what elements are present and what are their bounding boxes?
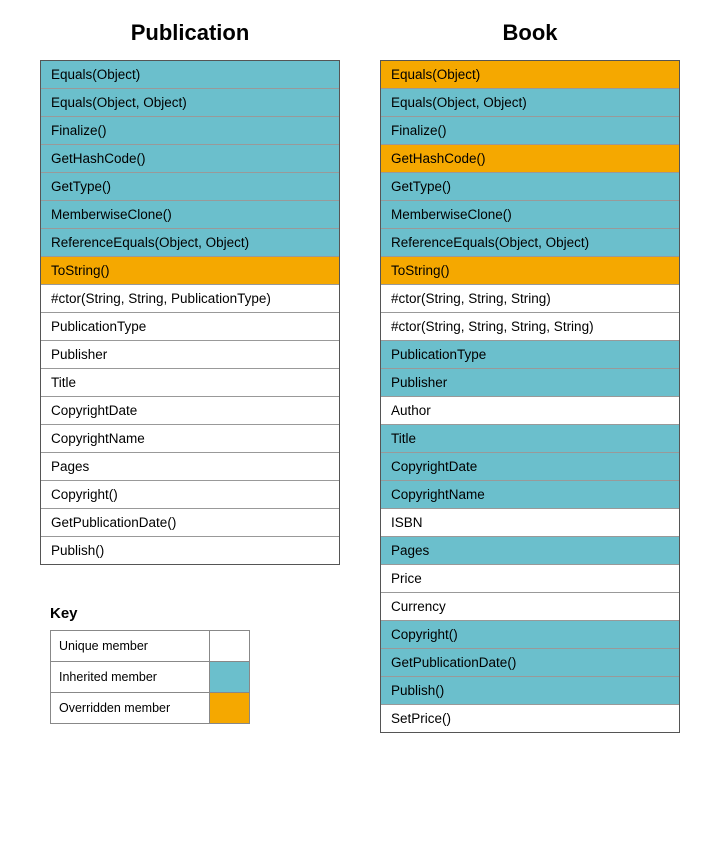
publication-member-item: CopyrightDate: [41, 397, 339, 425]
book-member-item: GetHashCode(): [381, 145, 679, 173]
publication-member-item: #ctor(String, String, PublicationType): [41, 285, 339, 313]
book-member-item: PublicationType: [381, 341, 679, 369]
book-member-item: Finalize(): [381, 117, 679, 145]
book-member-item: CopyrightName: [381, 481, 679, 509]
book-column: Book Equals(Object)Equals(Object, Object…: [380, 20, 680, 733]
book-member-item: #ctor(String, String, String): [381, 285, 679, 313]
key-row: Overridden member: [51, 693, 249, 723]
publication-member-item: GetType(): [41, 173, 339, 201]
key-label: Unique member: [51, 633, 209, 659]
key-label: Overridden member: [51, 695, 209, 721]
publication-member-item: CopyrightName: [41, 425, 339, 453]
book-member-item: MemberwiseClone(): [381, 201, 679, 229]
key-row: Unique member: [51, 631, 249, 662]
publication-member-item: Publish(): [41, 537, 339, 564]
book-member-item: ReferenceEquals(Object, Object): [381, 229, 679, 257]
publication-title: Publication: [131, 20, 250, 46]
book-member-item: ISBN: [381, 509, 679, 537]
book-member-item: Publisher: [381, 369, 679, 397]
publication-member-item: Pages: [41, 453, 339, 481]
publication-column: Publication Equals(Object)Equals(Object,…: [40, 20, 340, 724]
book-title: Book: [503, 20, 558, 46]
publication-member-item: Equals(Object, Object): [41, 89, 339, 117]
key-label: Inherited member: [51, 664, 209, 690]
publication-member-item: Finalize(): [41, 117, 339, 145]
book-member-item: Equals(Object, Object): [381, 89, 679, 117]
publication-member-item: Equals(Object): [41, 61, 339, 89]
publication-member-item: MemberwiseClone(): [41, 201, 339, 229]
book-member-item: CopyrightDate: [381, 453, 679, 481]
book-member-item: Currency: [381, 593, 679, 621]
publication-member-item: GetHashCode(): [41, 145, 339, 173]
book-member-item: Copyright(): [381, 621, 679, 649]
book-member-item: SetPrice(): [381, 705, 679, 732]
book-member-item: Publish(): [381, 677, 679, 705]
publication-member-item: Copyright(): [41, 481, 339, 509]
book-member-item: GetPublicationDate(): [381, 649, 679, 677]
key-row: Inherited member: [51, 662, 249, 693]
book-member-item: #ctor(String, String, String, String): [381, 313, 679, 341]
book-member-item: Author: [381, 397, 679, 425]
publication-member-list: Equals(Object)Equals(Object, Object)Fina…: [40, 60, 340, 565]
book-member-item: ToString(): [381, 257, 679, 285]
publication-member-item: GetPublicationDate(): [41, 509, 339, 537]
key-color-box: [209, 693, 249, 723]
publication-member-item: Title: [41, 369, 339, 397]
book-member-item: Title: [381, 425, 679, 453]
key-color-box: [209, 662, 249, 692]
publication-member-item: ToString(): [41, 257, 339, 285]
publication-member-item: ReferenceEquals(Object, Object): [41, 229, 339, 257]
key-color-box: [209, 631, 249, 661]
main-container: Publication Equals(Object)Equals(Object,…: [20, 20, 700, 733]
book-member-list: Equals(Object)Equals(Object, Object)Fina…: [380, 60, 680, 733]
book-member-item: GetType(): [381, 173, 679, 201]
key-table: Unique member Inherited member Overridden …: [50, 630, 250, 724]
book-member-item: Pages: [381, 537, 679, 565]
key-title: Key: [50, 605, 250, 622]
key-section: Key Unique member Inherited member Overrid…: [50, 605, 250, 724]
publication-member-item: Publisher: [41, 341, 339, 369]
book-member-item: Price: [381, 565, 679, 593]
publication-member-item: PublicationType: [41, 313, 339, 341]
book-member-item: Equals(Object): [381, 61, 679, 89]
